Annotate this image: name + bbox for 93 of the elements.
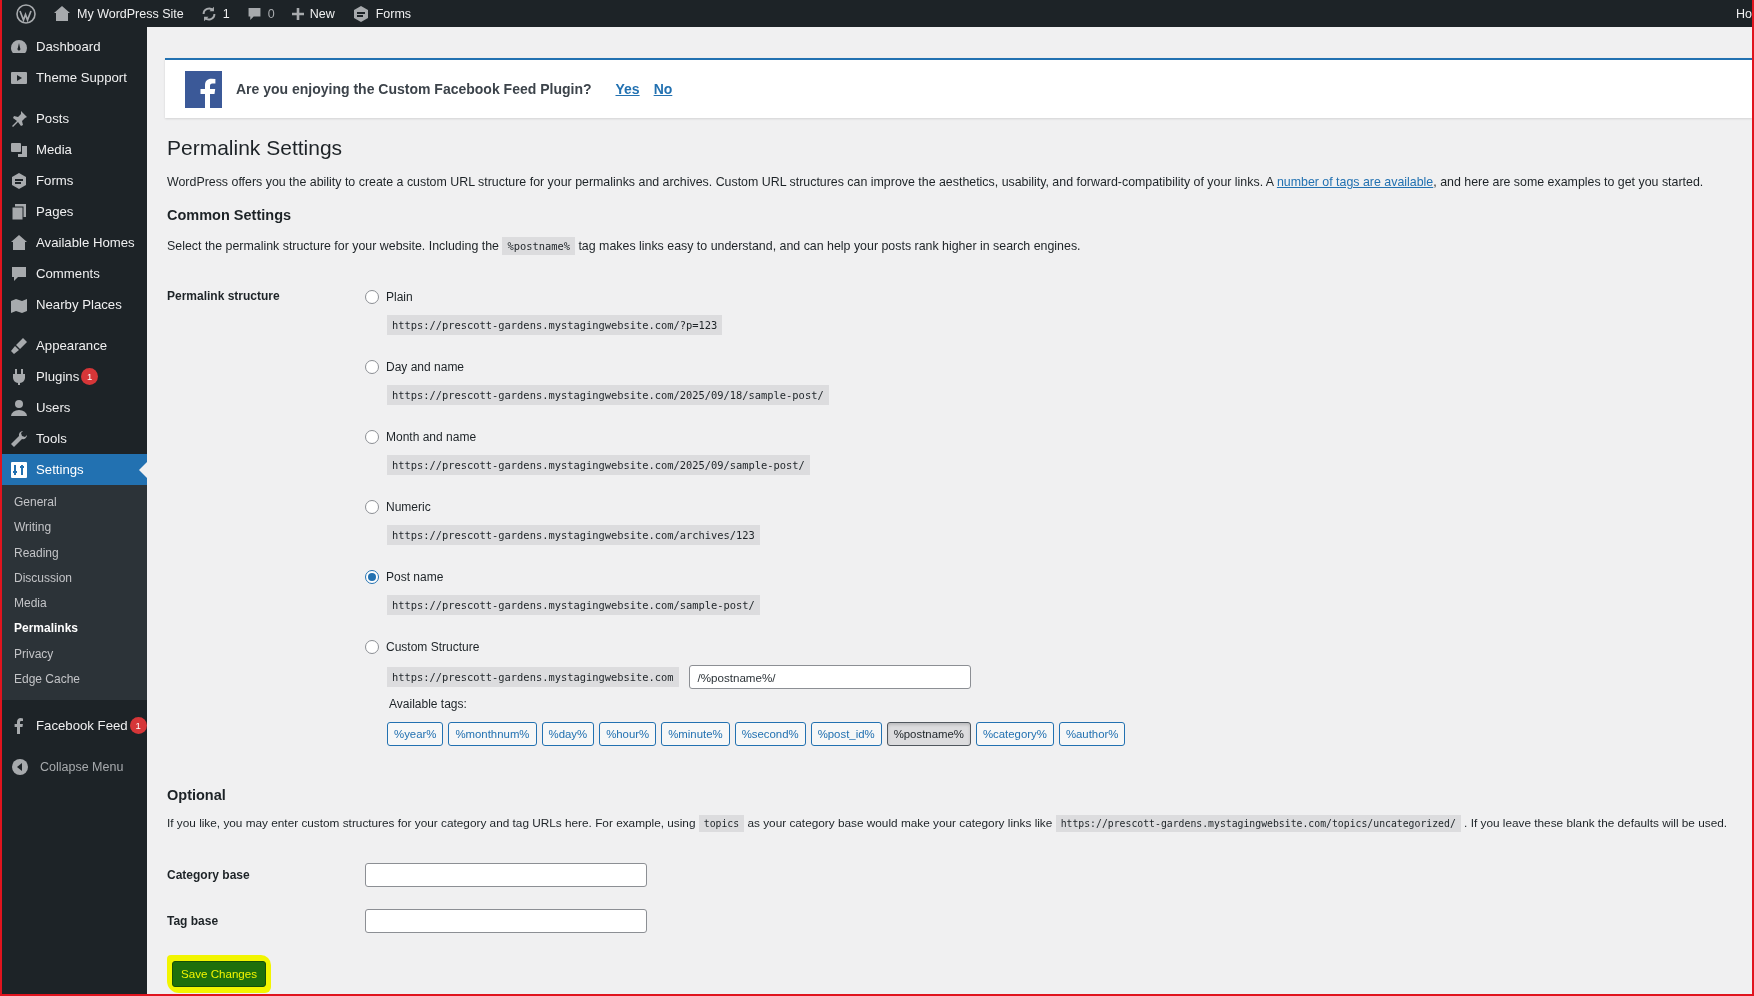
example-url: https://prescott-gardens.mystagingwebsite.com/?p=123 [387, 315, 723, 336]
example-url: https://prescott-gardens.mystagingwebsite.com/archives/123 [387, 525, 760, 546]
radio-button[interactable] [365, 500, 379, 515]
code-snippet: topics [698, 815, 745, 833]
forms-link[interactable]: Forms [342, 0, 420, 27]
radio-option[interactable]: Custom Structure [365, 637, 480, 658]
section-description: Select the permalink structure for your website. Including the %postname% tag makes links easy to understand, and can help your posts rank higher in search engines. [167, 236, 1082, 256]
text-input[interactable] [365, 862, 647, 887]
submenu-item[interactable]: Privacy [2, 641, 147, 668]
radio-option[interactable]: Month and name [365, 427, 477, 448]
wordpress-logo-icon[interactable] [16, 3, 36, 24]
sidebar-item[interactable]: Tools [2, 423, 147, 454]
site-name-link[interactable]: My WordPress Site [44, 0, 192, 27]
no-link[interactable]: No [653, 81, 673, 97]
tag-button[interactable]: %postname% [886, 722, 971, 747]
sidebar-item[interactable]: Available Homes [2, 227, 147, 258]
count-badge: 1 [129, 717, 147, 735]
sidebar-item[interactable]: Users [2, 392, 147, 423]
facebook-logo-icon [185, 70, 222, 108]
sidebar-item[interactable]: Nearby Places [2, 289, 147, 320]
notice-text: Are you enjoying the Custom Facebook Feed Plugin? [236, 81, 592, 97]
form-icon [9, 170, 29, 191]
sidebar-item[interactable]: Theme Support [2, 62, 147, 93]
submenu-item[interactable]: Writing [2, 515, 147, 541]
collapse-menu-button[interactable]: Collapse Menu [2, 751, 147, 783]
plus-icon [290, 6, 305, 21]
custom-structure-field[interactable]: /%postname%/ [688, 665, 971, 690]
save-changes-button[interactable]: Save Changes [172, 960, 267, 987]
radio-button[interactable] [365, 360, 379, 375]
section-heading: Optional [167, 786, 227, 806]
sidebar-item[interactable]: Pages [2, 196, 147, 227]
house-icon [9, 232, 29, 253]
tag-button[interactable]: %hour% [599, 722, 657, 747]
settings-icon [9, 459, 29, 480]
field-label: Category base [167, 867, 251, 882]
collapse-icon [10, 756, 30, 777]
pages-icon [9, 201, 29, 222]
available-tags-label: Available tags: [389, 697, 468, 712]
tag-button[interactable]: %post_id% [810, 722, 882, 747]
tag-button[interactable]: %year% [387, 722, 444, 747]
submenu-item[interactable]: Media [2, 591, 147, 617]
text-input[interactable] [365, 908, 647, 933]
sidebar-item[interactable]: Posts [2, 103, 147, 134]
radio-option[interactable]: Post name [365, 567, 444, 588]
radio-button[interactable] [365, 640, 379, 655]
count-badge: 1 [81, 368, 99, 385]
example-url: https://prescott-gardens.mystagingwebsite.com/2025/09/18/sample-post/ [387, 385, 829, 406]
sidebar-item[interactable]: Plugins 1 [2, 361, 147, 392]
sidebar-item[interactable]: Settings [2, 454, 147, 485]
tags-available-link[interactable]: number of tags are available [1276, 175, 1434, 190]
sidebar-item[interactable]: Forms [2, 165, 147, 196]
wrench-icon [9, 428, 29, 449]
updates-link[interactable]: 1 [191, 0, 238, 27]
submenu-item[interactable]: Discussion [2, 565, 147, 592]
sidebar-item[interactable]: Appearance [2, 330, 147, 361]
radio-button[interactable] [365, 290, 379, 305]
radio-button[interactable] [365, 430, 379, 445]
user-icon [9, 397, 29, 418]
submenu-item[interactable]: Edge Cache [2, 667, 147, 693]
comments-link[interactable]: 0 [237, 0, 283, 27]
tag-button[interactable]: %minute% [661, 722, 730, 747]
example-url: https://prescott-gardens.mystagingwebsite.com/sample-post/ [387, 595, 760, 616]
tag-button[interactable]: %second% [734, 722, 806, 747]
radio-option[interactable]: Plain [365, 287, 413, 308]
tag-button[interactable]: %monthnum% [448, 722, 537, 747]
field-label: Tag base [167, 913, 220, 928]
section-heading: Common Settings [167, 205, 293, 225]
sidebar-item[interactable]: Dashboard [2, 31, 147, 62]
code-snippet: %postname% [502, 236, 575, 255]
submenu-item[interactable]: Permalinks [2, 616, 147, 642]
sidebar-item[interactable]: Comments [2, 258, 147, 289]
tag-button[interactable]: %day% [541, 722, 595, 747]
example-url: https://prescott-gardens.mystagingwebsite.com [387, 667, 679, 688]
tag-button[interactable]: %author% [1058, 722, 1126, 747]
account-link[interactable]: Ho [1728, 0, 1752, 27]
brush-icon [9, 335, 29, 356]
sidebar-item[interactable]: Facebook Feed 1 [2, 710, 147, 742]
field-label: Permalink structure [167, 288, 281, 306]
yes-link[interactable]: Yes [615, 81, 640, 97]
example-url: https://prescott-gardens.mystagingwebsite.com/2025/09/sample-post/ [387, 455, 810, 476]
submenu-item[interactable]: General [2, 490, 147, 516]
new-link[interactable]: New [282, 0, 343, 27]
code-snippet: https://prescott-gardens.mystagingwebsite.com/topics/uncategorized/ [1055, 815, 1461, 833]
tag-button[interactable]: %category% [975, 722, 1054, 747]
radio-button[interactable] [365, 570, 379, 585]
section-description: If you like, you may enter custom structures for your category and tag URLs here. For example, using topics as your category base would make your category links like https://prescott-gardens.mystagingwebsite.com/topics/uncategorized/ . If you leave these blank the defaults will be used. [167, 815, 1729, 833]
intro-text: WordPress offers you the ability to create a custom URL structure for your permalinks and archives. Custom URL structures can improve the aesthetics, usability, and forward-compatibility of your links. A number of tags are available, and here are some examples to get you started. [167, 174, 1705, 192]
sidebar-item[interactable]: Media [2, 134, 147, 165]
radio-option[interactable]: Numeric [365, 497, 431, 518]
submenu-item[interactable]: Reading [2, 540, 147, 566]
page-title: Permalink Settings [167, 135, 344, 161]
radio-option[interactable]: Day and name [365, 357, 465, 378]
home-icon [52, 3, 72, 24]
